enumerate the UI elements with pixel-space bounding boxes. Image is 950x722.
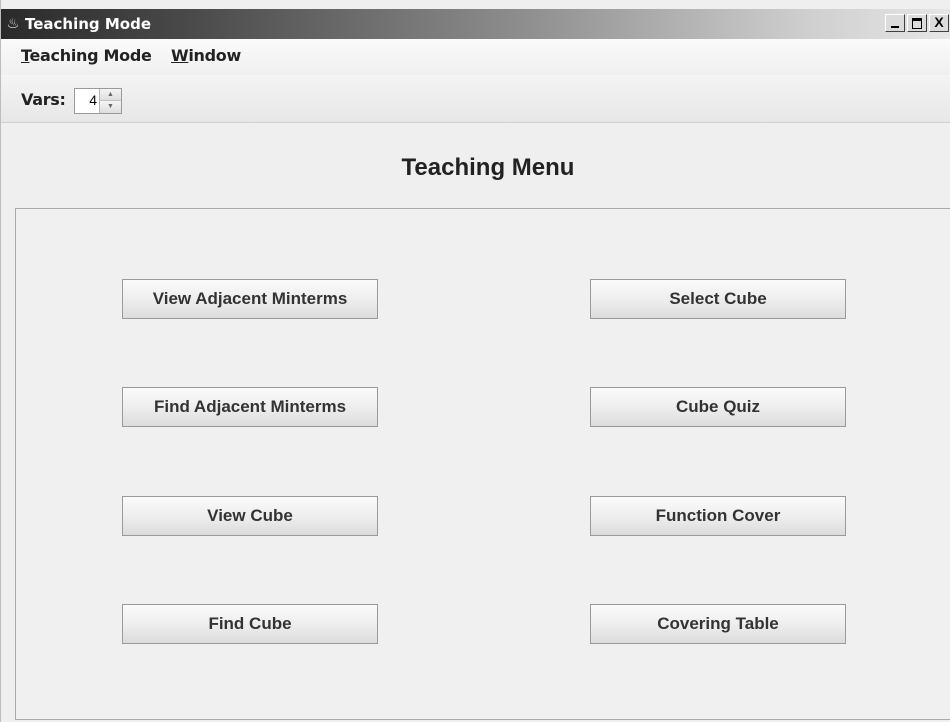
menu-teaching-mode-mnemonic: T [21, 46, 30, 65]
spinner-down-arrow-icon[interactable]: ▼ [100, 101, 121, 113]
vars-spinner[interactable]: 4 ▲ ▼ [74, 88, 122, 114]
panel-bottom-border [15, 719, 950, 720]
menu-window-label: indow [188, 46, 241, 65]
cube-quiz-button[interactable]: Cube Quiz [590, 387, 846, 427]
page-title: Teaching Menu [401, 154, 575, 181]
title-bar[interactable]: ♨ Teaching Mode X [1, 9, 950, 39]
spinner-up-arrow-icon[interactable]: ▲ [100, 89, 121, 101]
menu-window-mnemonic: W [171, 46, 189, 65]
menu-panel: View Adjacent Minterms Find Adjacent Min… [15, 208, 950, 720]
teaching-mode-window: ♨ Teaching Mode X Teaching Mode Window V… [0, 0, 950, 722]
heading-area: Teaching Menu [1, 124, 950, 208]
covering-table-button[interactable]: Covering Table [590, 604, 846, 644]
window-title: Teaching Mode [25, 15, 152, 33]
close-button[interactable]: X [929, 14, 949, 32]
vars-spinner-buttons: ▲ ▼ [99, 89, 121, 113]
view-cube-button[interactable]: View Cube [122, 496, 378, 536]
select-cube-button[interactable]: Select Cube [590, 279, 846, 319]
view-adjacent-minterms-button[interactable]: View Adjacent Minterms [122, 279, 378, 319]
menu-window[interactable]: Window [171, 46, 241, 65]
vars-label: Vars: [21, 90, 66, 109]
find-cube-button[interactable]: Find Cube [122, 604, 378, 644]
menu-teaching-mode-label: eaching Mode [29, 46, 152, 65]
menu-bar: Teaching Mode Window [1, 39, 950, 75]
window-controls: X [885, 14, 949, 34]
maximize-button[interactable] [907, 14, 927, 32]
function-cover-button[interactable]: Function Cover [590, 496, 846, 536]
java-app-icon: ♨ [6, 15, 20, 31]
menu-teaching-mode[interactable]: Teaching Mode [21, 46, 152, 65]
minimize-button[interactable] [885, 14, 905, 32]
vars-spinner-value[interactable]: 4 [77, 92, 97, 108]
find-adjacent-minterms-button[interactable]: Find Adjacent Minterms [122, 387, 378, 427]
toolbar: Vars: 4 ▲ ▼ [1, 75, 950, 123]
